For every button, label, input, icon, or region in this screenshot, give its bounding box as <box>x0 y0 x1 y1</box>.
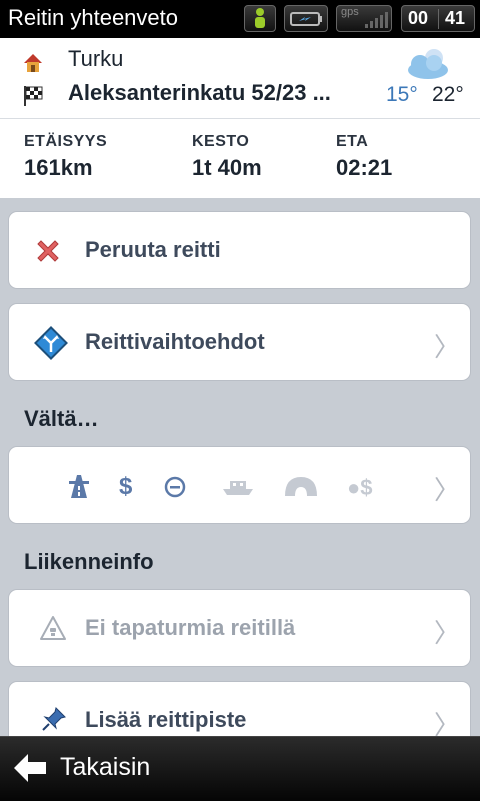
temperature-high: 22° <box>432 83 464 106</box>
pushpin-icon <box>42 707 66 731</box>
duration-stat: KESTO 1t 40m <box>192 133 262 181</box>
back-arrow-icon <box>14 754 46 782</box>
warning-triangle-icon <box>40 616 66 640</box>
avoid-section-header: Vältä… <box>24 406 99 431</box>
toll-icon[interactable]: $ <box>119 473 132 501</box>
cancel-route-button[interactable]: Peruuta reitti <box>8 211 471 289</box>
back-button[interactable]: Takaisin <box>0 737 200 801</box>
chevron-right-icon: 〉 <box>433 475 460 505</box>
clock: 00 41 <box>401 5 475 32</box>
home-icon <box>24 54 42 72</box>
distance-label: ETÄISYYS <box>24 133 108 150</box>
avoid-icons-row: $ ●$ <box>9 447 472 525</box>
window-title: Reitin yhteenveto <box>8 5 178 30</box>
checkered-flag-icon <box>24 86 43 106</box>
status-bar: Reitin yhteenveto gps 00 41 <box>0 0 480 38</box>
back-label: Takaisin <box>60 753 151 781</box>
chevron-right-icon: 〉 <box>433 332 460 362</box>
add-waypoint-label: Lisää reittipiste <box>85 707 247 732</box>
cancel-route-label: Peruuta reitti <box>85 237 221 262</box>
route-stats: ETÄISYYS 161km KESTO 1t 40m ETA 02:21 <box>0 118 480 198</box>
distance-stat: ETÄISYYS 161km <box>24 133 107 181</box>
gps-signal-icon: gps <box>336 5 392 32</box>
person-status-icon <box>244 5 276 32</box>
duration-value: 1t 40m <box>192 155 262 180</box>
eta-label: ETA <box>336 133 369 150</box>
no-incidents-item[interactable]: Ei tapaturmia reitillä 〉 <box>8 589 471 667</box>
route-options-button[interactable]: Reittivaihtoehdot 〉 <box>8 303 471 381</box>
cloud-weather-icon <box>408 49 448 79</box>
cancel-x-icon <box>37 240 59 262</box>
battery-charging-icon <box>284 5 328 32</box>
origin-label: Turku <box>68 46 124 71</box>
destination-label: Aleksanterinkatu 52/23 ... <box>68 80 331 105</box>
route-options-label: Reittivaihtoehdot <box>85 329 265 354</box>
distance-value: 161km <box>24 155 93 180</box>
traffic-section-header: Liikenneinfo <box>24 549 154 574</box>
route-options-icon <box>34 326 68 360</box>
eta-stat: ETA 02:21 <box>336 133 392 181</box>
duration-label: KESTO <box>192 133 250 150</box>
toll-road-icon[interactable]: ●$ <box>347 475 373 501</box>
no-entry-icon[interactable] <box>164 476 186 498</box>
motorway-icon[interactable] <box>67 473 91 499</box>
clock-hours: 00 <box>408 8 429 28</box>
clock-minutes: 41 <box>445 8 466 28</box>
ferry-icon[interactable] <box>221 477 255 497</box>
chevron-right-icon: 〉 <box>433 618 460 648</box>
no-incidents-label: Ei tapaturmia reitillä <box>85 615 296 640</box>
eta-value: 02:21 <box>336 155 393 180</box>
temperature-low: 15° <box>386 83 418 106</box>
bottom-bar: Takaisin <box>0 736 480 801</box>
avoid-options-button[interactable]: $ ●$ 〉 <box>8 446 471 524</box>
route-header: Turku Aleksanterinkatu 52/23 ... 15° 22° <box>0 38 480 118</box>
tunnel-icon[interactable] <box>284 475 318 497</box>
